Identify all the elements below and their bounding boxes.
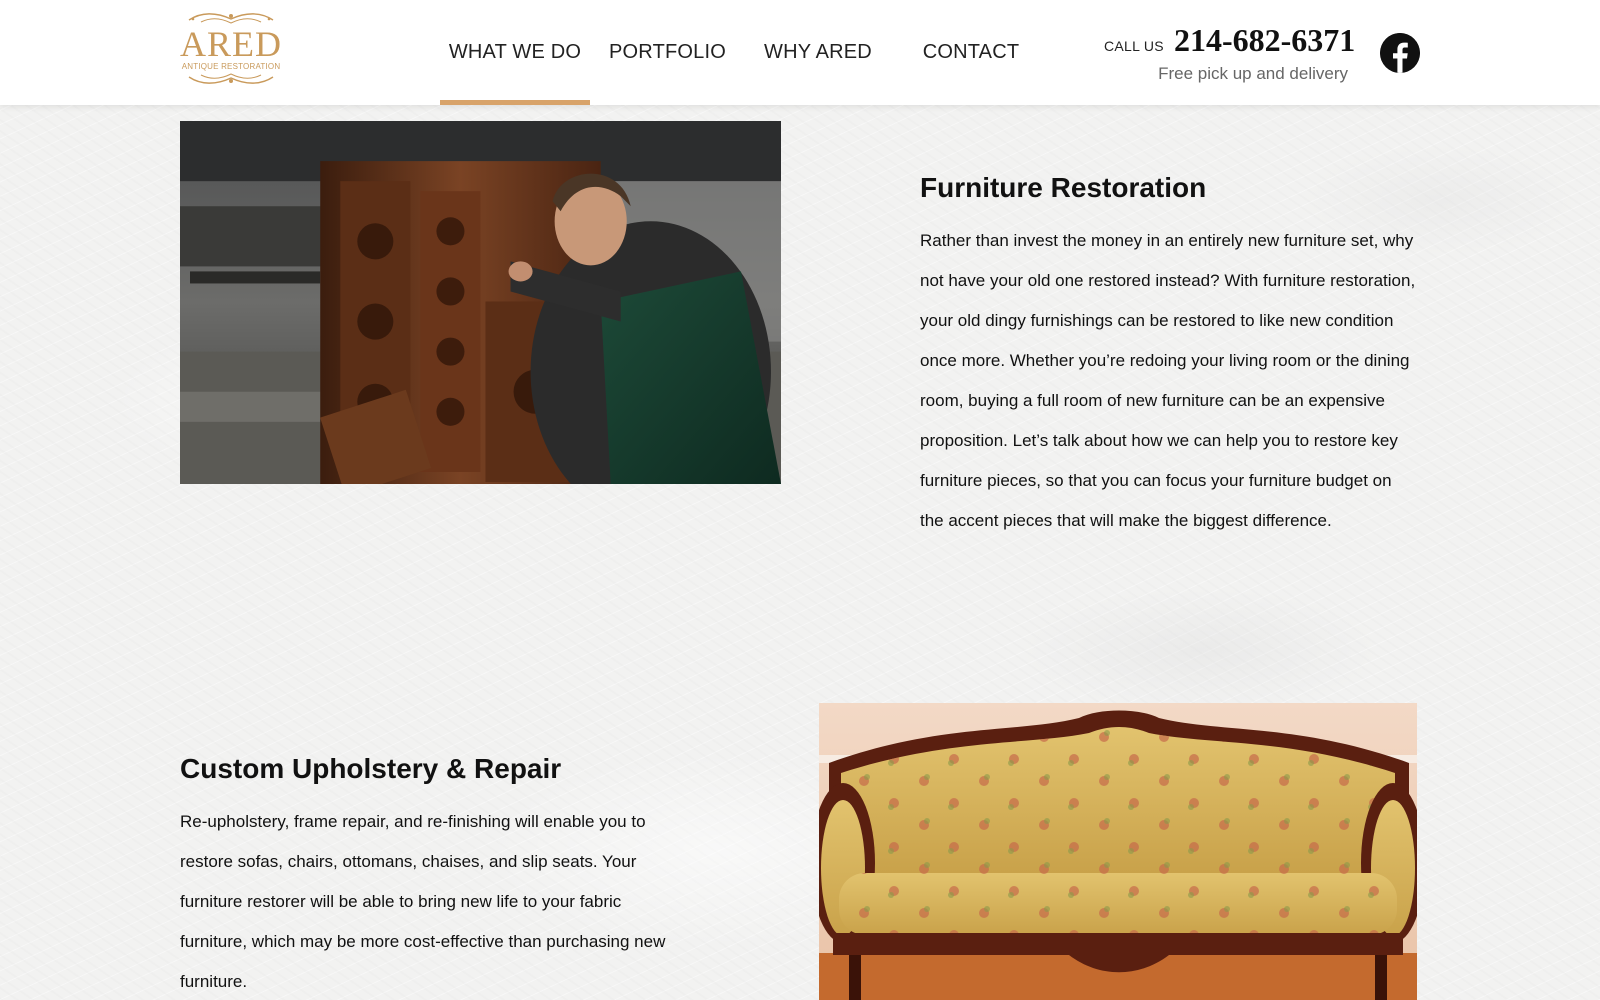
section-body-custom-upholstery: Re-upholstery, frame repair, and re-fini… (180, 812, 666, 991)
logo-flourish-bottom (188, 73, 274, 84)
ared-logo[interactable]: ARED ANTIQUE RESTORATION (180, 12, 282, 92)
nav-why-ared[interactable]: WHY ARED (762, 0, 874, 105)
furniture-restoration-photo (180, 121, 781, 484)
facebook-icon[interactable] (1380, 33, 1420, 73)
call-us-label: CALL US (1104, 38, 1164, 54)
section-body-furniture-restoration: Rather than invest the money in an entir… (920, 231, 1416, 530)
call-us: CALL US 214-682-6371 (1104, 22, 1355, 59)
upholstered-sofa-photo (819, 703, 1417, 1000)
delivery-tagline: Free pick up and delivery (1158, 64, 1348, 83)
nav-contact[interactable]: CONTACT (920, 0, 1022, 105)
logo-subtext: ANTIQUE RESTORATION (181, 62, 281, 71)
nav-portfolio[interactable]: PORTFOLIO (609, 0, 726, 105)
site-header: ARED ANTIQUE RESTORATION WHAT WE DO PORT… (0, 0, 1600, 105)
section-title-furniture-restoration: Furniture Restoration (920, 172, 1207, 203)
logo-text: ARED (180, 24, 282, 64)
nav-what-we-do[interactable]: WHAT WE DO (440, 0, 590, 105)
section-title-custom-upholstery: Custom Upholstery & Repair (180, 753, 562, 784)
phone-number[interactable]: 214-682-6371 (1174, 22, 1355, 59)
